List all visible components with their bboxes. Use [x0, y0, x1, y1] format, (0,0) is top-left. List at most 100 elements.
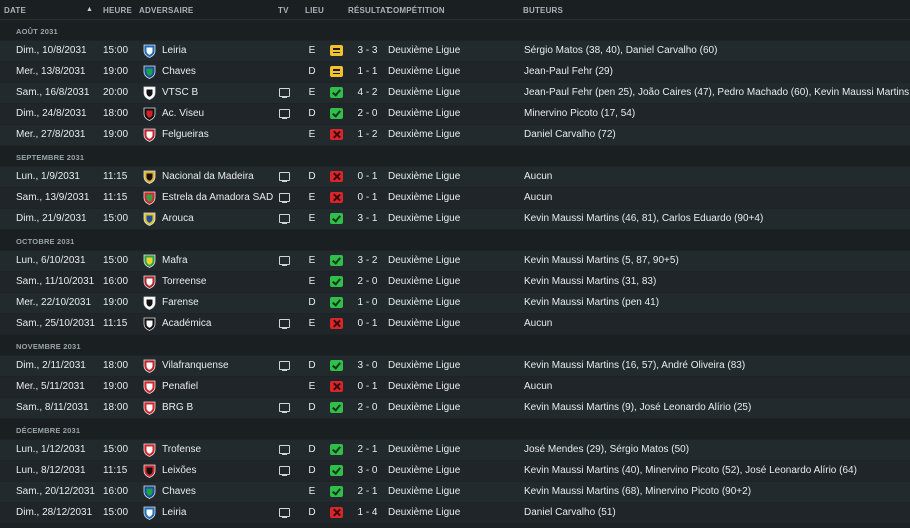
club-crest-icon[interactable] [143, 485, 156, 499]
opponent-link[interactable]: Penafiel [162, 377, 198, 397]
sort-ascending-icon[interactable]: ▲ [86, 6, 93, 13]
fixture-row[interactable]: Lun., 1/9/2031 11:15 Nacional da Madeira D… [0, 167, 910, 187]
fixture-row[interactable]: Sam., 25/10/2031 11:15 Académica E 0 - 1 Deu… [0, 314, 910, 334]
match-score[interactable]: 1 - 4 [355, 503, 380, 523]
column-header-tv[interactable]: TV [278, 6, 289, 15]
match-score[interactable]: 3 - 2 [355, 251, 380, 271]
fixture-row[interactable]: Lun., 6/10/2031 15:00 Mafra E 3 - 2 Deuxième… [0, 251, 910, 271]
competition-link[interactable]: Deuxième Ligue [388, 503, 460, 523]
opponent-link[interactable]: Chaves [162, 482, 196, 502]
competition-link[interactable]: Deuxième Ligue [388, 314, 460, 334]
opponent-link[interactable]: Vilafranquense [162, 356, 229, 376]
club-crest-icon[interactable] [143, 464, 156, 478]
match-score[interactable]: 4 - 2 [355, 83, 380, 103]
club-crest-icon[interactable] [143, 254, 156, 268]
match-score[interactable]: 3 - 0 [355, 356, 380, 376]
competition-link[interactable]: Deuxième Ligue [388, 440, 460, 460]
club-crest-icon[interactable] [143, 128, 156, 142]
opponent-link[interactable]: Farense [162, 293, 199, 313]
competition-link[interactable]: Deuxième Ligue [388, 461, 460, 481]
competition-link[interactable]: Deuxième Ligue [388, 398, 460, 418]
club-crest-icon[interactable] [143, 65, 156, 79]
competition-link[interactable]: Deuxième Ligue [388, 356, 460, 376]
club-crest-icon[interactable] [143, 212, 156, 226]
fixture-row[interactable]: Sam., 8/11/2031 18:00 BRG B D 2 - 0 Deuxième… [0, 398, 910, 418]
opponent-link[interactable]: Arouca [162, 209, 194, 229]
fixture-row[interactable]: Sam., 13/9/2031 11:15 Estrela da Amadora … [0, 188, 910, 208]
opponent-link[interactable]: Leixões [162, 461, 196, 481]
match-score[interactable]: 2 - 0 [355, 104, 380, 124]
opponent-link[interactable]: Leiria [162, 41, 186, 61]
match-score[interactable]: 0 - 1 [355, 167, 380, 187]
fixture-row[interactable]: Dim., 21/9/2031 15:00 Arouca E 3 - 1 Deuxièm… [0, 209, 910, 229]
column-header-time[interactable]: HEURE [103, 6, 132, 15]
column-header-date[interactable]: DATE [4, 6, 26, 15]
column-header-scorers[interactable]: BUTEURS [523, 6, 563, 15]
match-score[interactable]: 3 - 1 [355, 209, 380, 229]
match-score[interactable]: 1 - 0 [355, 293, 380, 313]
fixture-row[interactable]: Mer., 22/10/2031 19:00 Farense D 1 - 0 Deuxi… [0, 293, 910, 313]
opponent-link[interactable]: Leiria [162, 503, 186, 523]
opponent-link[interactable]: Chaves [162, 62, 196, 82]
competition-link[interactable]: Deuxième Ligue [388, 104, 460, 124]
fixture-row[interactable]: Mer., 13/8/2031 19:00 Chaves D 1 - 1 Deuxièm… [0, 62, 910, 82]
fixture-row[interactable]: Lun., 8/12/2031 11:15 Leixões D 3 - 0 Deuxiè… [0, 461, 910, 481]
club-crest-icon[interactable] [143, 401, 156, 415]
column-header-opponent[interactable]: ADVERSAIRE [139, 6, 193, 15]
competition-link[interactable]: Deuxième Ligue [388, 293, 460, 313]
competition-link[interactable]: Deuxième Ligue [388, 482, 460, 502]
opponent-link[interactable]: BRG B [162, 398, 193, 418]
match-score[interactable]: 3 - 3 [355, 41, 380, 61]
match-score[interactable]: 0 - 1 [355, 188, 380, 208]
competition-link[interactable]: Deuxième Ligue [388, 125, 460, 145]
column-header-result[interactable]: RÉSULTAT [348, 6, 390, 15]
opponent-link[interactable]: Felgueiras [162, 125, 209, 145]
opponent-link[interactable]: Ac. Viseu [162, 104, 204, 124]
club-crest-icon[interactable] [143, 317, 156, 331]
match-score[interactable]: 1 - 1 [355, 62, 380, 82]
match-score[interactable]: 3 - 0 [355, 461, 380, 481]
competition-link[interactable]: Deuxième Ligue [388, 272, 460, 292]
club-crest-icon[interactable] [143, 170, 156, 184]
competition-link[interactable]: Deuxième Ligue [388, 83, 460, 103]
club-crest-icon[interactable] [143, 359, 156, 373]
fixture-row[interactable]: Sam., 20/12/2031 16:00 Chaves E 2 - 1 Deuxiè… [0, 482, 910, 502]
opponent-link[interactable]: Nacional da Madeira [162, 167, 254, 187]
fixture-row[interactable]: Dim., 24/8/2031 18:00 Ac. Viseu D 2 - 0 Deux… [0, 104, 910, 124]
opponent-link[interactable]: Estrela da Amadora SAD [162, 188, 273, 208]
competition-link[interactable]: Deuxième Ligue [388, 377, 460, 397]
fixture-row[interactable]: Mer., 27/8/2031 19:00 Felgueiras E 1 - 2 Deu… [0, 125, 910, 145]
club-crest-icon[interactable] [143, 86, 156, 100]
fixture-row[interactable]: Dim., 2/11/2031 18:00 Vilafranquense D 3 - … [0, 356, 910, 376]
fixture-row[interactable]: Sam., 11/10/2031 16:00 Torreense E 2 - 0 Deu… [0, 272, 910, 292]
match-score[interactable]: 1 - 2 [355, 125, 380, 145]
opponent-link[interactable]: Mafra [162, 251, 188, 271]
competition-link[interactable]: Deuxième Ligue [388, 62, 460, 82]
opponent-link[interactable]: Académica [162, 314, 211, 334]
fixture-row[interactable]: Dim., 28/12/2031 15:00 Leiria D 1 - 4 Deuxiè… [0, 503, 910, 523]
competition-link[interactable]: Deuxième Ligue [388, 251, 460, 271]
opponent-link[interactable]: Trofense [162, 440, 201, 460]
competition-link[interactable]: Deuxième Ligue [388, 209, 460, 229]
competition-link[interactable]: Deuxième Ligue [388, 167, 460, 187]
match-score[interactable]: 2 - 1 [355, 440, 380, 460]
fixture-row[interactable]: Mer., 5/11/2031 19:00 Penafiel E 0 - 1 Deuxi… [0, 377, 910, 397]
club-crest-icon[interactable] [143, 506, 156, 520]
club-crest-icon[interactable] [143, 275, 156, 289]
club-crest-icon[interactable] [143, 191, 156, 205]
column-header-venue[interactable]: LIEU [305, 6, 324, 15]
match-score[interactable]: 2 - 0 [355, 272, 380, 292]
competition-link[interactable]: Deuxième Ligue [388, 41, 460, 61]
club-crest-icon[interactable] [143, 44, 156, 58]
fixture-row[interactable]: Lun., 1/12/2031 15:00 Trofense D 2 - 1 Deuxi… [0, 440, 910, 460]
match-score[interactable]: 2 - 0 [355, 398, 380, 418]
match-score[interactable]: 2 - 1 [355, 482, 380, 502]
competition-link[interactable]: Deuxième Ligue [388, 188, 460, 208]
club-crest-icon[interactable] [143, 296, 156, 310]
club-crest-icon[interactable] [143, 380, 156, 394]
fixture-row[interactable]: Sam., 16/8/2031 20:00 VTSC B E 4 - 2 Deuxièm… [0, 83, 910, 103]
match-score[interactable]: 0 - 1 [355, 314, 380, 334]
club-crest-icon[interactable] [143, 443, 156, 457]
opponent-link[interactable]: Torreense [162, 272, 206, 292]
column-header-competition[interactable]: COMPÉTITION [387, 6, 445, 15]
